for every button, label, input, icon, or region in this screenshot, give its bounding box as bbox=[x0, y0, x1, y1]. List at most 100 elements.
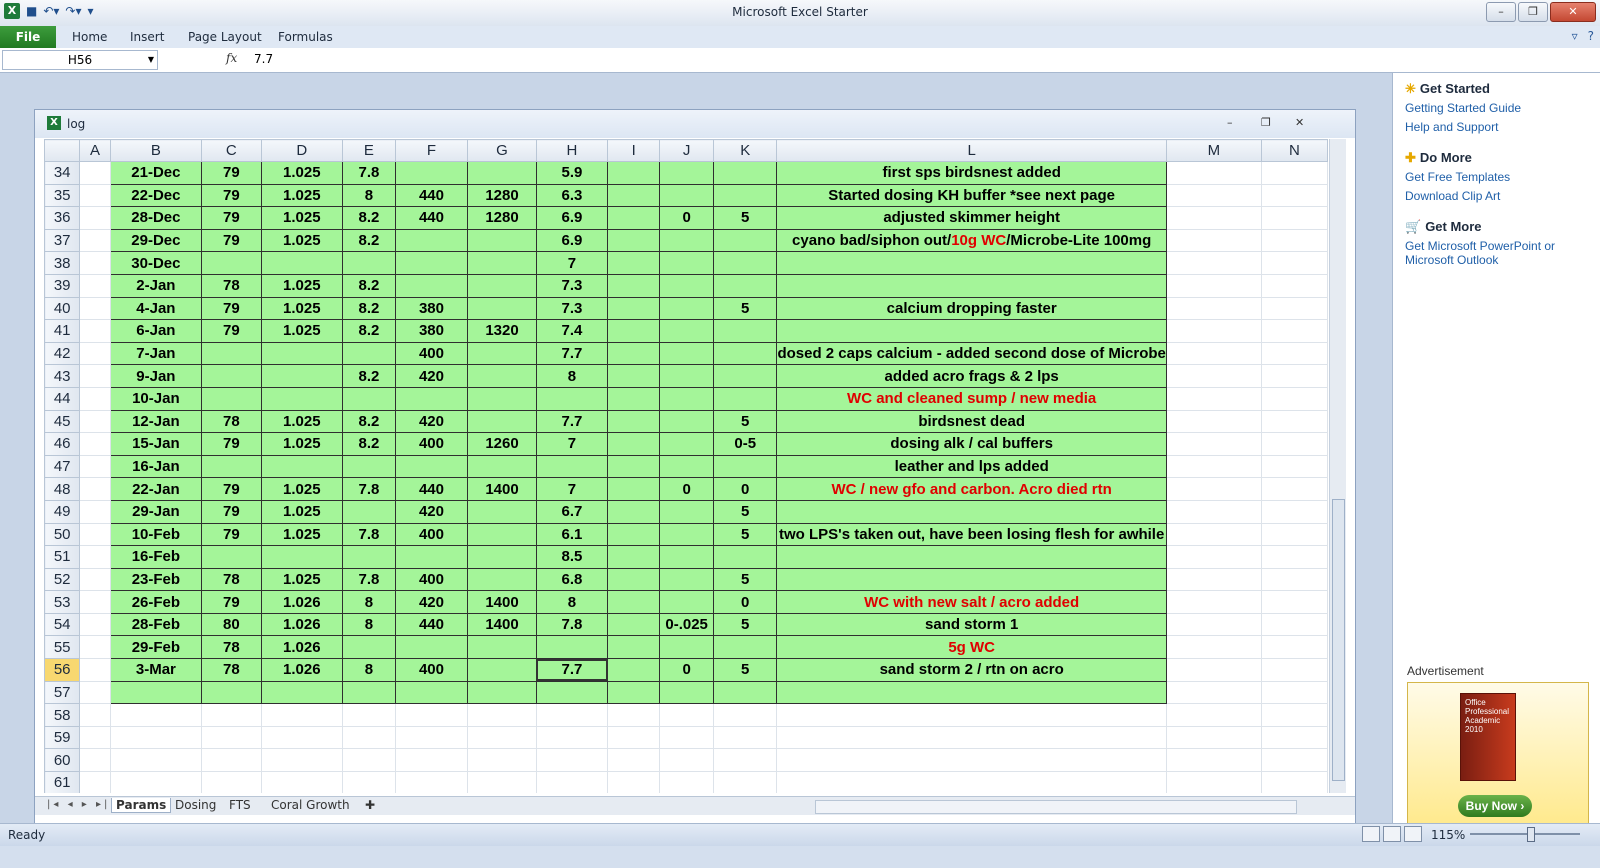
cell[interactable] bbox=[467, 251, 537, 275]
cell[interactable] bbox=[394, 725, 469, 750]
cell[interactable] bbox=[776, 771, 1167, 793]
cell[interactable]: 420 bbox=[394, 499, 469, 524]
sheet-tab-fts[interactable]: FTS bbox=[229, 798, 251, 812]
cell[interactable] bbox=[712, 454, 778, 479]
row-header[interactable]: 58 bbox=[44, 703, 81, 727]
restore-icon[interactable]: ❐ bbox=[1261, 116, 1271, 129]
cell[interactable]: 79 bbox=[201, 296, 262, 321]
cell[interactable] bbox=[79, 319, 111, 343]
cell[interactable] bbox=[1260, 771, 1328, 793]
cell[interactable] bbox=[1260, 341, 1328, 366]
cell[interactable] bbox=[201, 771, 262, 793]
cell[interactable] bbox=[341, 341, 396, 366]
sheet-tab-params[interactable]: Params bbox=[111, 798, 172, 813]
cell[interactable] bbox=[79, 635, 111, 660]
cell[interactable] bbox=[659, 635, 714, 660]
cell[interactable] bbox=[1165, 251, 1262, 275]
cell[interactable] bbox=[659, 680, 714, 705]
cell[interactable]: 1.025 bbox=[260, 296, 343, 321]
cell[interactable] bbox=[659, 703, 714, 727]
cell[interactable] bbox=[607, 228, 661, 253]
cell[interactable] bbox=[394, 386, 469, 411]
cell[interactable]: 5 bbox=[712, 206, 778, 230]
cell[interactable]: 7.7 bbox=[535, 341, 609, 366]
cell[interactable] bbox=[1260, 251, 1328, 275]
cell[interactable] bbox=[467, 748, 537, 773]
cell[interactable]: 1.025 bbox=[260, 522, 343, 547]
cell[interactable]: 7.8 bbox=[535, 612, 609, 637]
cell[interactable]: 16-Feb bbox=[109, 545, 203, 569]
cell[interactable] bbox=[535, 680, 609, 705]
cell[interactable]: 6.1 bbox=[535, 522, 609, 547]
cell[interactable]: dosed 2 caps calcium - added second dose… bbox=[776, 341, 1167, 366]
cell[interactable] bbox=[1165, 319, 1262, 343]
cell[interactable]: 420 bbox=[394, 590, 469, 614]
cell[interactable]: 29-Dec bbox=[109, 228, 203, 253]
cell[interactable]: 8.5 bbox=[535, 545, 609, 569]
cell[interactable] bbox=[1260, 545, 1328, 569]
cell[interactable] bbox=[1165, 409, 1262, 434]
cell[interactable]: 29-Jan bbox=[109, 499, 203, 524]
cell[interactable] bbox=[201, 725, 262, 750]
cell[interactable] bbox=[1260, 273, 1328, 298]
cell[interactable] bbox=[1165, 703, 1262, 727]
cell[interactable] bbox=[1260, 612, 1328, 637]
cell[interactable] bbox=[1260, 206, 1328, 230]
cell[interactable] bbox=[79, 545, 111, 569]
cell[interactable] bbox=[1165, 228, 1262, 253]
cell[interactable] bbox=[1165, 748, 1262, 773]
cell[interactable]: 7.7 bbox=[535, 658, 609, 682]
cell[interactable]: 1.025 bbox=[260, 319, 343, 343]
cell[interactable] bbox=[79, 477, 111, 501]
cell[interactable]: two LPS's taken out, have been losing fl… bbox=[776, 522, 1167, 547]
cell[interactable] bbox=[659, 228, 714, 253]
row-header[interactable]: 59 bbox=[44, 725, 81, 750]
cell[interactable] bbox=[201, 680, 262, 705]
cell[interactable]: 15-Jan bbox=[109, 432, 203, 456]
sheet-tab-coral-growth[interactable]: Coral Growth bbox=[271, 798, 350, 812]
zoom-slider-knob[interactable] bbox=[1527, 827, 1535, 842]
cell[interactable] bbox=[341, 771, 396, 793]
cell[interactable]: 10-Jan bbox=[109, 386, 203, 411]
cell[interactable] bbox=[467, 703, 537, 727]
cell[interactable]: 21-Dec bbox=[109, 161, 203, 185]
cell[interactable] bbox=[776, 748, 1167, 773]
ribbon-collapse-icon[interactable]: ▿ bbox=[1572, 29, 1578, 43]
cell[interactable] bbox=[607, 658, 661, 682]
cell[interactable]: 400 bbox=[394, 522, 469, 547]
page-break-view-icon[interactable] bbox=[1404, 826, 1422, 842]
cell[interactable] bbox=[1165, 454, 1262, 479]
row-header[interactable]: 43 bbox=[44, 364, 81, 388]
cell[interactable]: 78 bbox=[201, 567, 262, 592]
cell[interactable]: 29-Feb bbox=[109, 635, 203, 660]
cell[interactable] bbox=[1165, 567, 1262, 592]
cell[interactable] bbox=[79, 567, 111, 592]
cell[interactable] bbox=[659, 499, 714, 524]
cell[interactable]: 79 bbox=[201, 183, 262, 208]
cell[interactable]: sand storm 1 bbox=[776, 612, 1167, 637]
column-header-k[interactable]: K bbox=[712, 139, 778, 162]
cell[interactable] bbox=[341, 454, 396, 479]
cell[interactable] bbox=[201, 545, 262, 569]
cell[interactable] bbox=[659, 341, 714, 366]
cell[interactable] bbox=[659, 771, 714, 793]
cell[interactable]: 7-Jan bbox=[109, 341, 203, 366]
column-header-d[interactable]: D bbox=[260, 139, 343, 162]
cell[interactable] bbox=[776, 567, 1167, 592]
cell[interactable] bbox=[1165, 364, 1262, 388]
row-header[interactable]: 40 bbox=[44, 296, 81, 321]
cell[interactable] bbox=[79, 386, 111, 411]
cell[interactable] bbox=[1165, 545, 1262, 569]
column-header-n[interactable]: N bbox=[1260, 139, 1328, 162]
cell[interactable]: 1280 bbox=[467, 183, 537, 208]
cell[interactable]: 22-Dec bbox=[109, 183, 203, 208]
cell[interactable] bbox=[1260, 522, 1328, 547]
cell[interactable] bbox=[712, 635, 778, 660]
cell[interactable] bbox=[341, 748, 396, 773]
cell[interactable] bbox=[467, 771, 537, 793]
cell[interactable] bbox=[1165, 341, 1262, 366]
cell[interactable] bbox=[607, 251, 661, 275]
cell[interactable] bbox=[659, 364, 714, 388]
get-more-link[interactable]: Get Microsoft PowerPoint or Microsoft Ou… bbox=[1405, 239, 1595, 267]
column-header-m[interactable]: M bbox=[1165, 139, 1262, 162]
